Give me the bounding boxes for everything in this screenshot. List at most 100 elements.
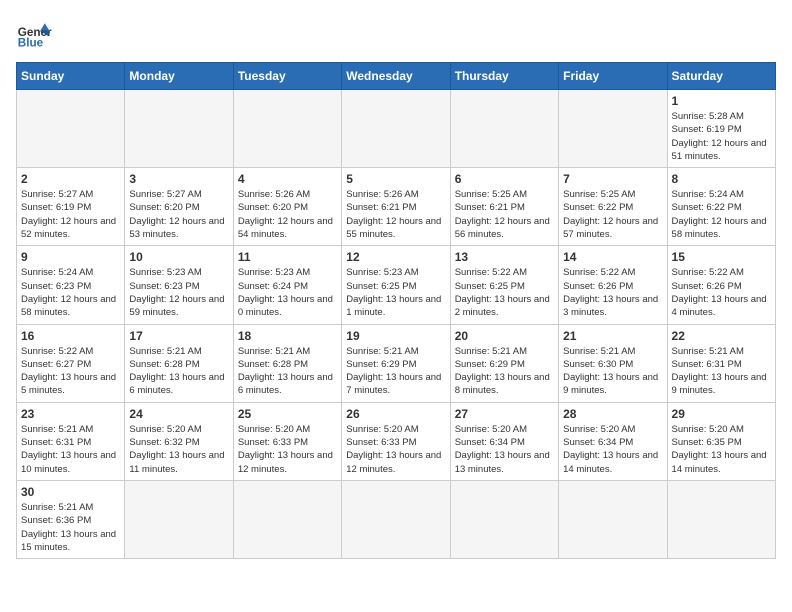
- day-info: Sunrise: 5:20 AM Sunset: 6:33 PM Dayligh…: [346, 423, 445, 476]
- day-cell: [17, 90, 125, 168]
- day-number: 2: [21, 172, 120, 186]
- header-row: SundayMondayTuesdayWednesdayThursdayFrid…: [17, 63, 776, 90]
- day-cell: 13 Sunrise: 5:22 AM Sunset: 6:25 PM Dayli…: [450, 246, 558, 324]
- day-header-friday: Friday: [559, 63, 667, 90]
- day-cell: 24Sunrise: 5:20 AM Sunset: 6:32 PM Dayli…: [125, 402, 233, 480]
- day-number: 6: [455, 172, 554, 186]
- day-cell: 16 Sunrise: 5:22 AM Sunset: 6:27 PM Dayli…: [17, 324, 125, 402]
- day-number: 10: [129, 250, 228, 264]
- day-number: 13: [455, 250, 554, 264]
- day-header-saturday: Saturday: [667, 63, 775, 90]
- day-header-wednesday: Wednesday: [342, 63, 450, 90]
- week-row-3: 16 Sunrise: 5:22 AM Sunset: 6:27 PM Dayli…: [17, 324, 776, 402]
- day-cell: 28 Sunrise: 5:20 AM Sunset: 6:34 PM Dayli…: [559, 402, 667, 480]
- day-cell: [233, 480, 341, 558]
- day-number: 11: [238, 250, 337, 264]
- day-cell: [233, 90, 341, 168]
- day-header-sunday: Sunday: [17, 63, 125, 90]
- day-cell: [450, 90, 558, 168]
- day-number: 30: [21, 485, 120, 499]
- day-info: Sunrise: 5:20 AM Sunset: 6:35 PM Dayligh…: [672, 423, 771, 476]
- day-cell: 27 Sunrise: 5:20 AM Sunset: 6:34 PM Dayli…: [450, 402, 558, 480]
- day-cell: 1Sunrise: 5:28 AM Sunset: 6:19 PM Daylig…: [667, 90, 775, 168]
- day-info: Sunrise: 5:21 AM Sunset: 6:36 PM Dayligh…: [21, 501, 120, 554]
- svg-text:Blue: Blue: [18, 37, 44, 50]
- day-info: Sunrise: 5:21 AM Sunset: 6:29 PM Dayligh…: [455, 345, 554, 398]
- day-number: 3: [129, 172, 228, 186]
- day-cell: [559, 90, 667, 168]
- day-cell: 5Sunrise: 5:26 AM Sunset: 6:21 PM Daylig…: [342, 168, 450, 246]
- day-cell: 11 Sunrise: 5:23 AM Sunset: 6:24 PM Dayli…: [233, 246, 341, 324]
- day-number: 17: [129, 329, 228, 343]
- day-cell: 15 Sunrise: 5:22 AM Sunset: 6:26 PM Dayli…: [667, 246, 775, 324]
- day-number: 9: [21, 250, 120, 264]
- day-info: Sunrise: 5:26 AM Sunset: 6:21 PM Dayligh…: [346, 188, 445, 241]
- day-cell: 20 Sunrise: 5:21 AM Sunset: 6:29 PM Dayli…: [450, 324, 558, 402]
- day-number: 26: [346, 407, 445, 421]
- day-cell: 26 Sunrise: 5:20 AM Sunset: 6:33 PM Dayli…: [342, 402, 450, 480]
- day-cell: [342, 480, 450, 558]
- day-info: Sunrise: 5:21 AM Sunset: 6:30 PM Dayligh…: [563, 345, 662, 398]
- day-cell: [125, 480, 233, 558]
- day-cell: 12Sunrise: 5:23 AM Sunset: 6:25 PM Dayli…: [342, 246, 450, 324]
- day-info: Sunrise: 5:23 AM Sunset: 6:24 PM Dayligh…: [238, 266, 337, 319]
- day-number: 15: [672, 250, 771, 264]
- day-number: 1: [672, 94, 771, 108]
- day-number: 28: [563, 407, 662, 421]
- day-header-thursday: Thursday: [450, 63, 558, 90]
- day-info: Sunrise: 5:22 AM Sunset: 6:26 PM Dayligh…: [563, 266, 662, 319]
- day-number: 8: [672, 172, 771, 186]
- week-row-0: 1Sunrise: 5:28 AM Sunset: 6:19 PM Daylig…: [17, 90, 776, 168]
- day-number: 21: [563, 329, 662, 343]
- logo-icon: General Blue: [16, 16, 52, 52]
- day-number: 25: [238, 407, 337, 421]
- day-info: Sunrise: 5:20 AM Sunset: 6:34 PM Dayligh…: [563, 423, 662, 476]
- logo: General Blue: [16, 16, 52, 52]
- day-cell: 19Sunrise: 5:21 AM Sunset: 6:29 PM Dayli…: [342, 324, 450, 402]
- day-cell: 2Sunrise: 5:27 AM Sunset: 6:19 PM Daylig…: [17, 168, 125, 246]
- day-cell: 29Sunrise: 5:20 AM Sunset: 6:35 PM Dayli…: [667, 402, 775, 480]
- day-cell: 18 Sunrise: 5:21 AM Sunset: 6:28 PM Dayli…: [233, 324, 341, 402]
- day-cell: 17Sunrise: 5:21 AM Sunset: 6:28 PM Dayli…: [125, 324, 233, 402]
- day-cell: [559, 480, 667, 558]
- day-cell: 8 Sunrise: 5:24 AM Sunset: 6:22 PM Daylig…: [667, 168, 775, 246]
- week-row-4: 23Sunrise: 5:21 AM Sunset: 6:31 PM Dayli…: [17, 402, 776, 480]
- day-info: Sunrise: 5:23 AM Sunset: 6:23 PM Dayligh…: [129, 266, 228, 319]
- day-cell: [342, 90, 450, 168]
- day-number: 24: [129, 407, 228, 421]
- day-cell: [125, 90, 233, 168]
- day-cell: 14 Sunrise: 5:22 AM Sunset: 6:26 PM Dayli…: [559, 246, 667, 324]
- day-cell: 30 Sunrise: 5:21 AM Sunset: 6:36 PM Dayli…: [17, 480, 125, 558]
- day-number: 20: [455, 329, 554, 343]
- day-number: 27: [455, 407, 554, 421]
- day-cell: 25Sunrise: 5:20 AM Sunset: 6:33 PM Dayli…: [233, 402, 341, 480]
- day-info: Sunrise: 5:24 AM Sunset: 6:22 PM Dayligh…: [672, 188, 771, 241]
- calendar: SundayMondayTuesdayWednesdayThursdayFrid…: [16, 62, 776, 559]
- day-header-tuesday: Tuesday: [233, 63, 341, 90]
- day-info: Sunrise: 5:20 AM Sunset: 6:34 PM Dayligh…: [455, 423, 554, 476]
- day-info: Sunrise: 5:22 AM Sunset: 6:27 PM Dayligh…: [21, 345, 120, 398]
- day-cell: 21 Sunrise: 5:21 AM Sunset: 6:30 PM Dayli…: [559, 324, 667, 402]
- day-info: Sunrise: 5:24 AM Sunset: 6:23 PM Dayligh…: [21, 266, 120, 319]
- day-number: 19: [346, 329, 445, 343]
- day-number: 18: [238, 329, 337, 343]
- day-info: Sunrise: 5:25 AM Sunset: 6:21 PM Dayligh…: [455, 188, 554, 241]
- day-cell: 6 Sunrise: 5:25 AM Sunset: 6:21 PM Daylig…: [450, 168, 558, 246]
- day-cell: [450, 480, 558, 558]
- day-number: 16: [21, 329, 120, 343]
- day-info: Sunrise: 5:22 AM Sunset: 6:26 PM Dayligh…: [672, 266, 771, 319]
- day-info: Sunrise: 5:22 AM Sunset: 6:25 PM Dayligh…: [455, 266, 554, 319]
- week-row-2: 9 Sunrise: 5:24 AM Sunset: 6:23 PM Daylig…: [17, 246, 776, 324]
- week-row-5: 30 Sunrise: 5:21 AM Sunset: 6:36 PM Dayli…: [17, 480, 776, 558]
- day-number: 4: [238, 172, 337, 186]
- day-info: Sunrise: 5:21 AM Sunset: 6:31 PM Dayligh…: [21, 423, 120, 476]
- week-row-1: 2Sunrise: 5:27 AM Sunset: 6:19 PM Daylig…: [17, 168, 776, 246]
- day-info: Sunrise: 5:21 AM Sunset: 6:31 PM Dayligh…: [672, 345, 771, 398]
- day-info: Sunrise: 5:25 AM Sunset: 6:22 PM Dayligh…: [563, 188, 662, 241]
- day-cell: 3Sunrise: 5:27 AM Sunset: 6:20 PM Daylig…: [125, 168, 233, 246]
- day-info: Sunrise: 5:21 AM Sunset: 6:28 PM Dayligh…: [238, 345, 337, 398]
- day-cell: 10 Sunrise: 5:23 AM Sunset: 6:23 PM Dayli…: [125, 246, 233, 324]
- day-cell: 23Sunrise: 5:21 AM Sunset: 6:31 PM Dayli…: [17, 402, 125, 480]
- day-cell: 22Sunrise: 5:21 AM Sunset: 6:31 PM Dayli…: [667, 324, 775, 402]
- day-number: 14: [563, 250, 662, 264]
